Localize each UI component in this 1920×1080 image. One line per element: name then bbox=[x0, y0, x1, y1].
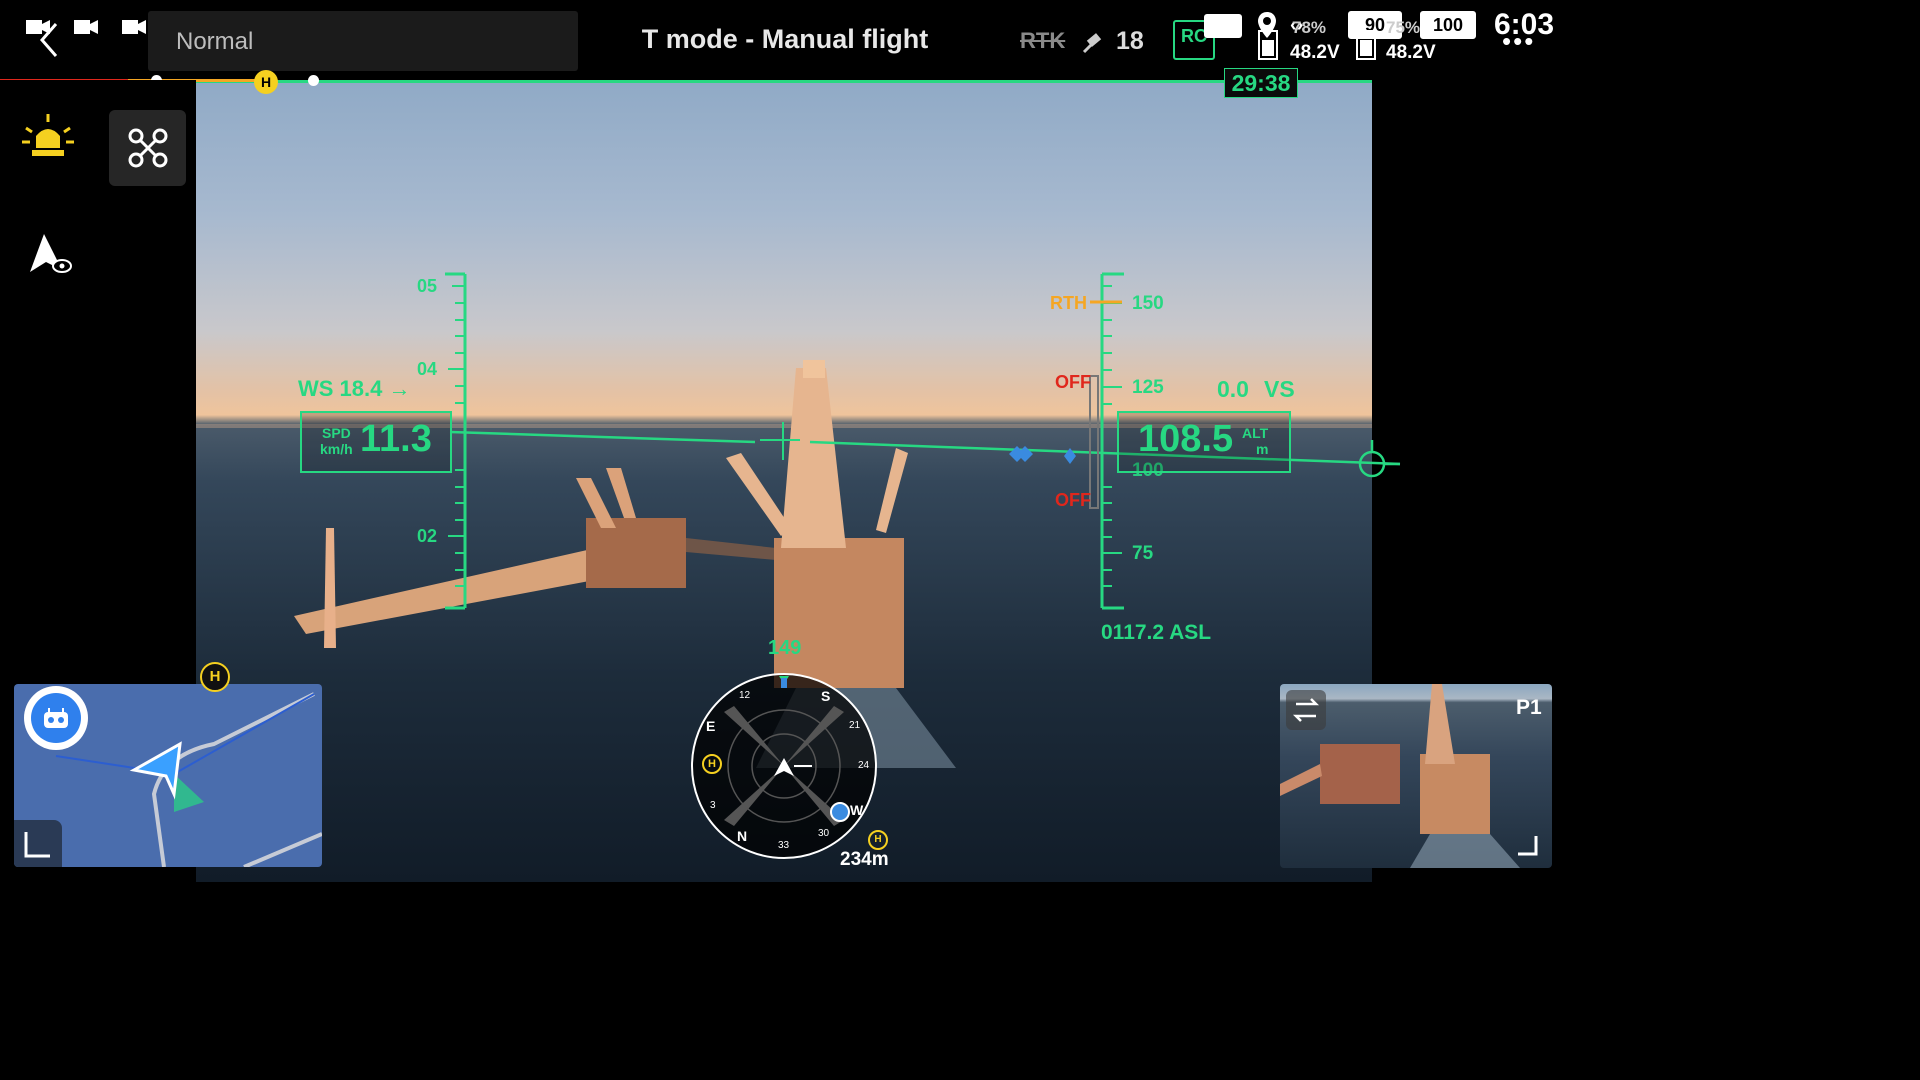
heading-value: 149 bbox=[768, 637, 802, 659]
rc-location-marker[interactable] bbox=[24, 686, 88, 750]
altitude-label: ALT bbox=[1242, 425, 1269, 441]
remote-controller-icon bbox=[31, 693, 81, 743]
swap-camera-button[interactable] bbox=[1286, 690, 1326, 730]
compass-label-21: 21 bbox=[849, 720, 861, 731]
secondary-camera-view[interactable]: P1 bbox=[1280, 684, 1552, 868]
home-distance-icon: H bbox=[868, 830, 888, 850]
obstacle-bottom-status: OFF bbox=[1055, 490, 1091, 510]
speed-label: SPD bbox=[322, 425, 351, 441]
map-home-marker: H bbox=[200, 662, 230, 692]
altitude-value: 108.5 bbox=[1138, 418, 1234, 460]
map-expand-button[interactable] bbox=[14, 820, 62, 867]
compass-label-12: 12 bbox=[739, 690, 751, 701]
rth-altitude-label: RTH bbox=[1050, 293, 1087, 313]
compass-label-33: 33 bbox=[778, 840, 790, 851]
pip-expand-button[interactable] bbox=[1512, 830, 1542, 860]
wind-speed-readout: WS 18.4 → bbox=[298, 376, 411, 401]
pip-camera-label: P1 bbox=[1516, 696, 1542, 719]
vertical-speed-label: VS bbox=[1264, 376, 1295, 402]
obstacle-top-status: OFF bbox=[1055, 372, 1091, 392]
swap-arrows-icon bbox=[1292, 698, 1320, 722]
home-distance: 234m bbox=[840, 849, 889, 870]
alt-tick-150: 150 bbox=[1132, 293, 1164, 314]
compass-label-w: W bbox=[850, 802, 864, 818]
compass-label-24: 24 bbox=[858, 760, 870, 771]
compass-label-3: 3 bbox=[710, 800, 716, 811]
expand-corner-icon bbox=[24, 832, 50, 858]
altitude-asl: 0117.2 ASL bbox=[1101, 621, 1212, 644]
speed-tick-05: 05 bbox=[417, 276, 438, 296]
speed-value: 11.3 bbox=[360, 418, 432, 460]
alt-tick-75: 75 bbox=[1132, 543, 1154, 564]
vertical-speed-value: 0.0 bbox=[1217, 376, 1249, 402]
speed-tick-04: 04 bbox=[417, 359, 438, 379]
speed-unit: km/h bbox=[320, 441, 353, 457]
compass-label-s: S bbox=[821, 688, 831, 704]
expand-corner-icon bbox=[1518, 836, 1538, 856]
compass-label-30: 30 bbox=[818, 828, 830, 839]
compass-home-icon: H bbox=[708, 758, 716, 770]
compass-label-n: N bbox=[737, 828, 748, 844]
altitude-unit: m bbox=[1256, 441, 1269, 457]
alt-tick-125: 125 bbox=[1132, 377, 1164, 398]
compass-label-e: E bbox=[706, 718, 716, 734]
speed-tick-02: 02 bbox=[417, 526, 438, 546]
